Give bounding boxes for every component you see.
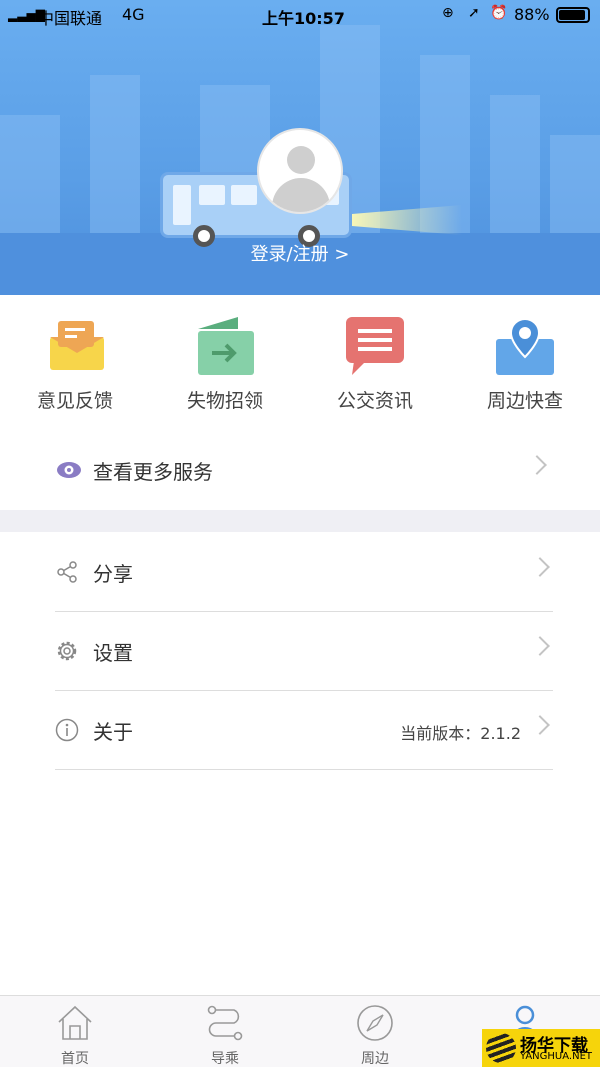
compass-icon [357, 1005, 393, 1041]
watermark-logo [486, 1033, 516, 1063]
more-services-row[interactable]: 查看更多服务 [0, 430, 600, 510]
menu-item-share[interactable]: 分享 [55, 532, 553, 612]
version-label: 当前版本：2.1.2 [400, 724, 521, 743]
login-register-link[interactable]: 登录/注册 > [0, 240, 600, 266]
status-bar: ▂▃▅▇ 中国联通 4G 上午10:57 ⊕ ➚ ⏰ 88% [0, 0, 600, 30]
news-chat-icon [346, 317, 404, 375]
tab-home[interactable]: 首页 [0, 996, 150, 1067]
section-divider [0, 510, 600, 532]
location-icon: ➚ [468, 5, 480, 21]
route-icon [207, 1005, 243, 1041]
quick-action-nearby[interactable]: 周边快查 [450, 295, 600, 430]
clock: 上午10:57 [262, 9, 345, 28]
menu-item-settings[interactable]: 设置 [55, 611, 553, 691]
chevron-right-icon [530, 636, 550, 656]
quick-action-feedback[interactable]: 意见反馈 [0, 295, 150, 430]
battery-icon [556, 7, 590, 23]
quick-action-bus-news[interactable]: 公交资讯 [300, 295, 450, 430]
chevron-right-icon [530, 715, 550, 735]
gear-icon [57, 641, 77, 661]
info-icon [55, 718, 79, 742]
tab-guide[interactable]: 导乘 [150, 996, 300, 1067]
home-icon [58, 1005, 92, 1040]
quick-action-lost-found[interactable]: 失物招领 [150, 295, 300, 430]
chevron-right-icon [527, 455, 547, 475]
eye-icon [57, 462, 81, 478]
lock-rotation-icon: ⊕ [442, 5, 454, 21]
chevron-right-icon [530, 557, 550, 577]
lost-found-icon [198, 317, 254, 375]
share-icon [57, 561, 77, 583]
quick-actions: 意见反馈 失物招领 公交资讯 周边快查 [0, 295, 600, 430]
avatar[interactable] [257, 128, 343, 214]
alarm-icon: ⏰ [490, 5, 508, 21]
watermark: 扬华下载 YANGHUA.NET [482, 1029, 600, 1067]
map-pin-icon [496, 317, 554, 375]
network: 4G [122, 5, 145, 24]
feedback-envelope-icon [50, 321, 104, 370]
header-banner: ▂▃▅▇ 中国联通 4G 上午10:57 ⊕ ➚ ⏰ 88% 登录/注册 > [0, 0, 600, 295]
tab-nearby[interactable]: 周边 [300, 996, 450, 1067]
battery-percent: 88% [514, 5, 550, 24]
carrier: 中国联通 [38, 9, 103, 28]
menu-item-about[interactable]: 关于 当前版本：2.1.2 [55, 690, 553, 770]
